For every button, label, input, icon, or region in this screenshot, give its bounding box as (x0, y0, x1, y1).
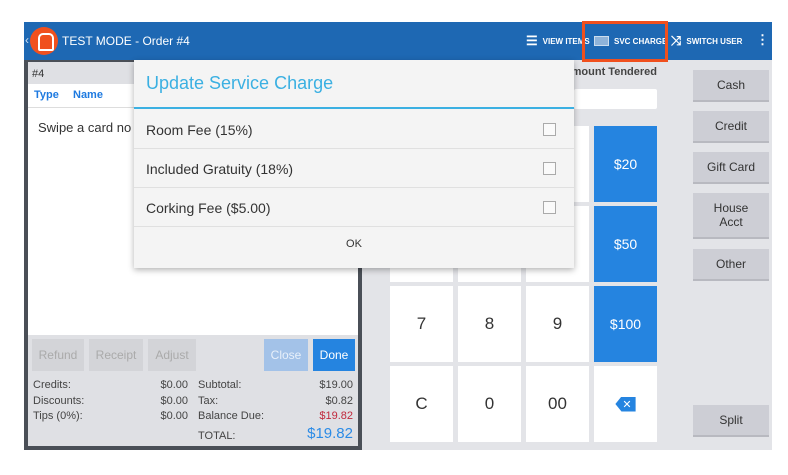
tips-label: Tips (0%): (33, 410, 83, 422)
close-button[interactable]: Close (264, 339, 308, 371)
key-9[interactable]: 9 (526, 286, 589, 362)
shuffle-icon: ⤨ (671, 33, 682, 48)
key-50[interactable]: $50 (594, 206, 657, 282)
refund-button[interactable]: Refund (32, 339, 84, 371)
swipe-message: Swipe a card no (38, 120, 132, 135)
key-8[interactable]: 8 (458, 286, 521, 362)
key-00[interactable]: 00 (526, 366, 589, 442)
key-0[interactable]: 0 (458, 366, 521, 442)
key-7[interactable]: 7 (390, 286, 453, 362)
credit-button[interactable]: Credit (693, 111, 769, 143)
tax-value: $0.82 (325, 395, 353, 407)
key-100[interactable]: $100 (594, 286, 657, 362)
column-type: Type (34, 89, 59, 101)
page-title: TEST MODE - Order #4 (62, 34, 190, 48)
checkbox[interactable] (543, 201, 556, 214)
key-20[interactable]: $20 (594, 126, 657, 202)
option-room-fee[interactable]: Room Fee (15%) (134, 110, 574, 149)
done-button[interactable]: Done (313, 339, 355, 371)
credits-label: Credits: (33, 379, 71, 391)
logo-icon (30, 27, 58, 55)
highlight-box (582, 21, 668, 62)
checkbox[interactable] (543, 123, 556, 136)
ok-button[interactable]: OK (134, 238, 574, 262)
gift-card-button[interactable]: Gift Card (693, 152, 769, 184)
key-clear[interactable]: C (390, 366, 453, 442)
split-button[interactable]: Split (693, 405, 769, 437)
house-acct-button[interactable]: House Acct (693, 193, 769, 239)
adjust-button[interactable]: Adjust (148, 339, 196, 371)
discounts-value: $0.00 (160, 395, 188, 407)
option-corking-fee[interactable]: Corking Fee ($5.00) (134, 188, 574, 227)
checkbox[interactable] (543, 162, 556, 175)
option-label: Corking Fee ($5.00) (146, 200, 271, 216)
balance-label: Balance Due: (198, 410, 265, 422)
receipt-button[interactable]: Receipt (89, 339, 143, 371)
backspace-button[interactable]: ✕ (594, 366, 657, 442)
credits-value: $0.00 (160, 379, 188, 391)
amount-tendered-input[interactable] (574, 89, 657, 109)
tips-value: $0.00 (160, 410, 188, 422)
switch-user-button[interactable]: ⤨ SWITCH USER (665, 22, 748, 60)
dialog-title: Update Service Charge (146, 73, 334, 93)
amount-tendered-label: Amount Tendered (574, 66, 657, 78)
more-menu-icon[interactable]: ⋮ (756, 32, 769, 48)
other-button[interactable]: Other (693, 249, 769, 281)
option-label: Included Gratuity (18%) (146, 161, 294, 177)
column-name: Name (73, 89, 103, 101)
subtotal-label: Subtotal: (198, 379, 242, 391)
subtotal-value: $19.00 (319, 379, 353, 391)
backspace-icon: ✕ (615, 396, 636, 412)
list-icon: ☰ (526, 33, 538, 48)
balance-value: $19.82 (319, 410, 353, 422)
discounts-label: Discounts: (33, 395, 85, 407)
tax-label: Tax: (198, 395, 219, 407)
total-value: $19.82 (307, 425, 353, 442)
total-label: TOTAL: (198, 430, 236, 442)
cash-button[interactable]: Cash (693, 70, 769, 102)
option-included-gratuity[interactable]: Included Gratuity (18%) (134, 149, 574, 188)
back-icon[interactable]: ‹ (25, 33, 29, 47)
option-label: Room Fee (15%) (146, 122, 253, 138)
dialog-divider (134, 107, 574, 109)
